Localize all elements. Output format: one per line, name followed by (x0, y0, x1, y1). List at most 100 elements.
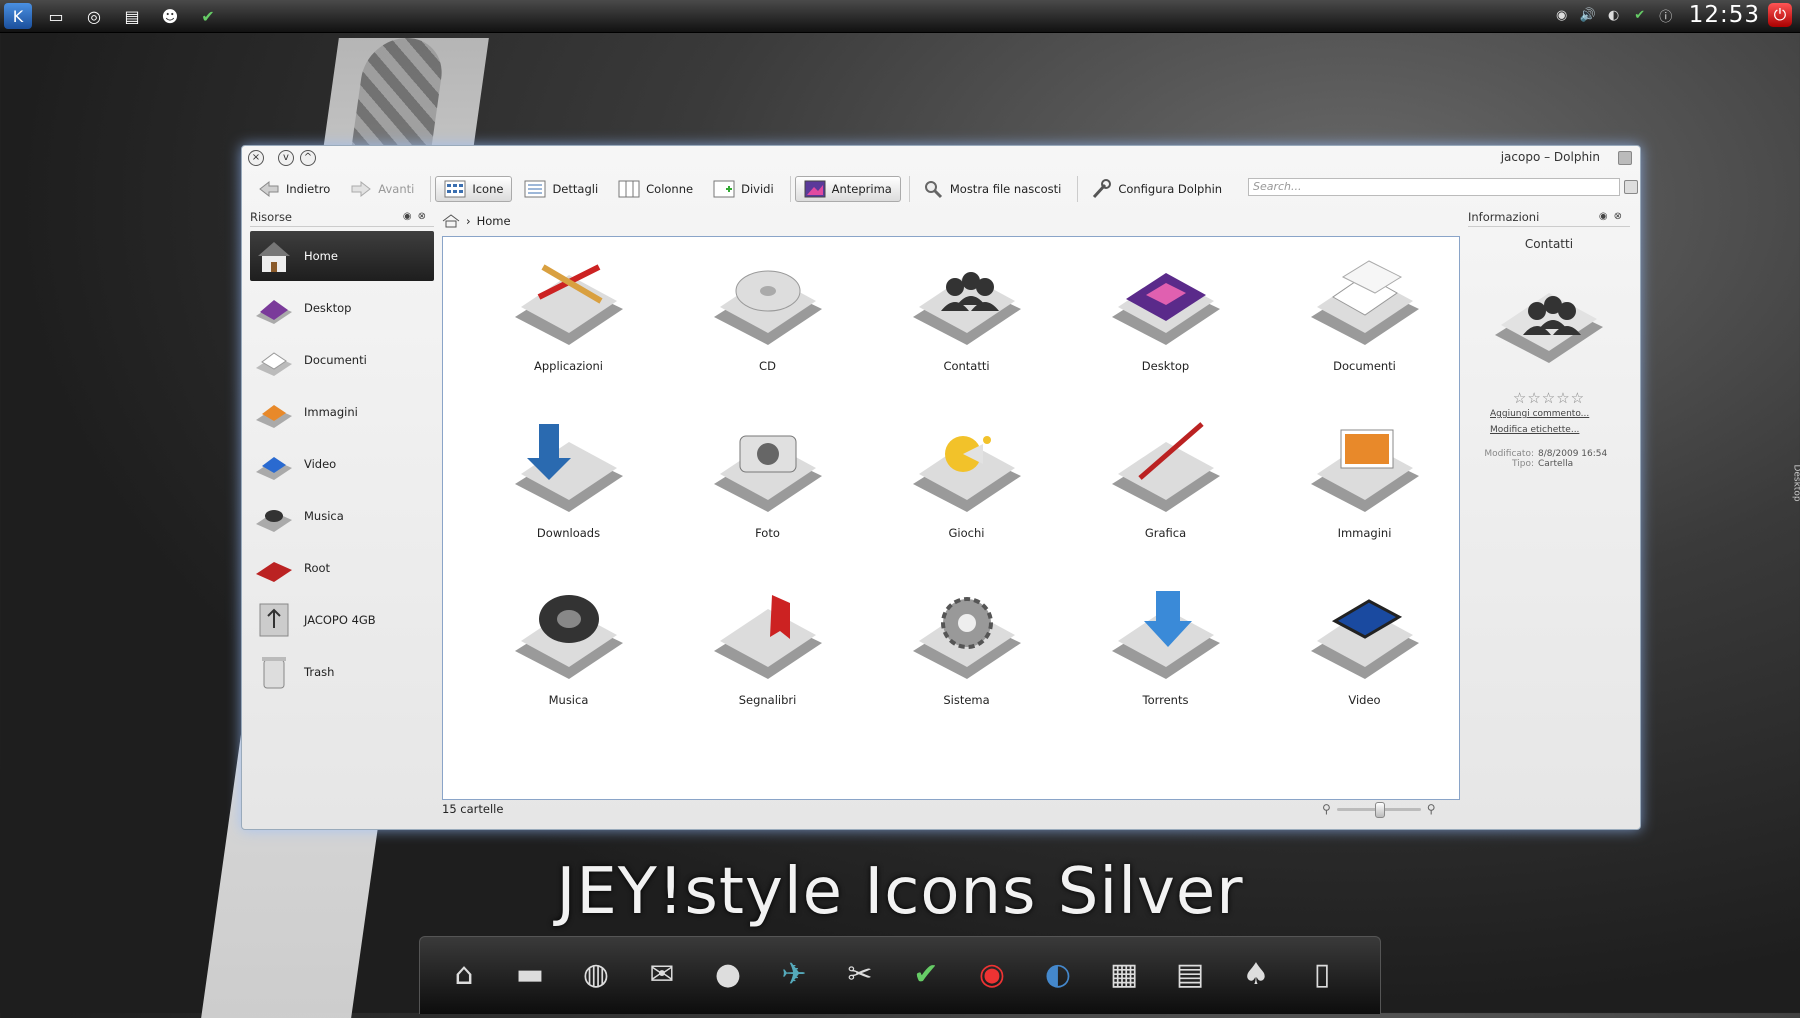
tools-icon[interactable]: ✂ (838, 949, 882, 999)
breadcrumb[interactable]: › Home (442, 212, 511, 230)
place-trash[interactable]: Trash (250, 647, 434, 697)
title-bar[interactable]: × v ^ jacopo – Dolphin (242, 146, 1640, 168)
folder-item[interactable]: Video (1265, 581, 1464, 748)
folder-item[interactable]: Giochi (867, 414, 1066, 581)
search-input[interactable]: Search... (1248, 178, 1620, 196)
folder-item[interactable]: Torrents (1066, 581, 1265, 748)
check-icon[interactable]: ✔ (194, 3, 222, 29)
system-folder-icon (912, 597, 1021, 679)
folder-item[interactable]: Documenti (1265, 247, 1464, 414)
place-pictures[interactable]: Immagini (250, 387, 434, 437)
user-icon[interactable]: ☻ (156, 3, 184, 29)
meta-key: Tipo: (1512, 459, 1534, 469)
close-button[interactable]: × (248, 150, 264, 166)
folder-item[interactable]: Segnalibri (668, 581, 867, 748)
minimize-button[interactable]: v (278, 150, 294, 166)
file-view[interactable]: Applicazioni CD Contatti Desktop Documenti Do… (442, 236, 1460, 800)
zoom-in-icon[interactable]: ⚲ (1427, 802, 1436, 816)
place-usb-drive[interactable]: JACOPO 4GB (250, 595, 434, 645)
folder-item[interactable]: Downloads (469, 414, 668, 581)
graphics-folder-icon (1111, 422, 1220, 512)
video-icon (256, 457, 292, 480)
place-home[interactable]: Home (250, 231, 434, 281)
forward-label: Avanti (378, 182, 415, 196)
home-icon[interactable]: ⌂ (442, 949, 486, 999)
zoom-slider[interactable]: ⚲ ⚲ (1322, 801, 1436, 818)
place-label: Immagini (304, 405, 358, 419)
folder-label: Musica (548, 693, 589, 707)
place-documents[interactable]: Documenti (250, 335, 434, 385)
place-music[interactable]: Musica (250, 491, 434, 541)
zoom-thumb[interactable] (1374, 801, 1385, 818)
clapper-icon[interactable]: ▦ (1102, 949, 1146, 999)
folder-item[interactable]: Grafica (1066, 414, 1265, 581)
home-icon[interactable] (442, 214, 460, 228)
details-view-button[interactable]: Dettagli (516, 176, 606, 202)
folder-item[interactable]: Musica (469, 581, 668, 748)
drawer-icon[interactable]: ▤ (1168, 949, 1212, 999)
browser-icon[interactable]: ◎ (80, 3, 108, 29)
media-icon[interactable]: ◉ (970, 949, 1014, 999)
place-desktop[interactable]: Desktop (250, 283, 434, 333)
folder-item[interactable]: Contatti (867, 247, 1066, 414)
tray-check-icon[interactable]: ✔ (1631, 6, 1649, 24)
rating-stars[interactable]: ☆☆☆☆☆ (1468, 389, 1630, 407)
desktop-icon[interactable]: ▭ (42, 3, 70, 29)
breadcrumb-current[interactable]: Home (477, 214, 511, 228)
columns-view-icon (618, 180, 640, 198)
folder-item[interactable]: Desktop (1066, 247, 1265, 414)
edit-tags-link[interactable]: Modifica etichette... (1490, 425, 1630, 435)
cards-icon[interactable]: ♠ (1234, 949, 1278, 999)
panel-controls[interactable]: ◉⊗ (1599, 211, 1628, 222)
place-video[interactable]: Video (250, 439, 434, 489)
folder-label: Foto (755, 526, 780, 540)
toolbar: Indietro Avanti Icone Dettagli Colonne D… (250, 172, 1638, 206)
volume-icon[interactable]: 🔊 (1579, 6, 1597, 24)
search-clear-icon[interactable] (1624, 180, 1638, 194)
panel-controls[interactable]: ◉⊗ (403, 211, 432, 222)
check-icon[interactable]: ✔ (904, 949, 948, 999)
terminal-icon[interactable]: ▬ (508, 949, 552, 999)
preview-button[interactable]: Anteprima (794, 176, 901, 202)
separator (789, 176, 791, 202)
zoom-track[interactable] (1336, 801, 1421, 818)
mail-icon[interactable]: ✉ (640, 949, 684, 999)
power-icon[interactable]: ⏻ (1768, 3, 1792, 27)
kde-menu-icon[interactable]: K (4, 3, 32, 29)
folder-label: Desktop (1141, 359, 1190, 373)
top-panel: K ▭ ◎ ▤ ☻ ✔ ◉ 🔊 ◐ ✔ ⓘ 12:53 ⏻ (0, 0, 1800, 33)
columns-view-button[interactable]: Colonne (610, 176, 701, 202)
add-comment-link[interactable]: Aggiungi commento... (1490, 409, 1630, 419)
place-root[interactable]: Root (250, 543, 434, 593)
icons-view-icon (444, 180, 466, 198)
trash-icon[interactable]: ▯ (1300, 949, 1344, 999)
globe-icon[interactable]: ◍ (574, 949, 618, 999)
folder-item[interactable]: Sistema (867, 581, 1066, 748)
back-button[interactable]: Indietro (250, 176, 338, 202)
window-menu-icon[interactable] (1618, 151, 1632, 165)
file-manager-icon[interactable]: ▤ (118, 3, 146, 29)
icons-view-button[interactable]: Icone (435, 176, 513, 202)
folder-item[interactable]: Foto (668, 414, 867, 581)
configure-button[interactable]: Configura Dolphin (1082, 176, 1230, 202)
show-hidden-button[interactable]: Mostra file nascosti (914, 176, 1069, 202)
folder-label: Documenti (1333, 359, 1396, 373)
info-icon[interactable]: ⓘ (1657, 6, 1675, 25)
wolf-icon[interactable]: ● (706, 949, 750, 999)
earth-icon[interactable]: ◐ (1036, 949, 1080, 999)
bird-icon[interactable]: ✈ (772, 949, 816, 999)
network-icon[interactable]: ◉ (1553, 6, 1571, 24)
folder-item[interactable]: CD (668, 247, 867, 414)
updates-icon[interactable]: ◐ (1605, 6, 1623, 24)
trash-icon (262, 657, 286, 689)
side-tab-desktop[interactable]: Desktop (1792, 464, 1800, 501)
arrow-right-icon (351, 180, 372, 198)
columns-view-label: Colonne (646, 182, 694, 196)
maximize-button[interactable]: ^ (300, 150, 316, 166)
clock[interactable]: 12:53 (1689, 2, 1760, 28)
zoom-out-icon[interactable]: ⚲ (1322, 802, 1331, 816)
folder-item[interactable]: Applicazioni (469, 247, 668, 414)
folder-item[interactable]: Immagini (1265, 414, 1464, 581)
forward-button[interactable]: Avanti (342, 176, 422, 202)
split-view-button[interactable]: Dividi (705, 176, 782, 202)
